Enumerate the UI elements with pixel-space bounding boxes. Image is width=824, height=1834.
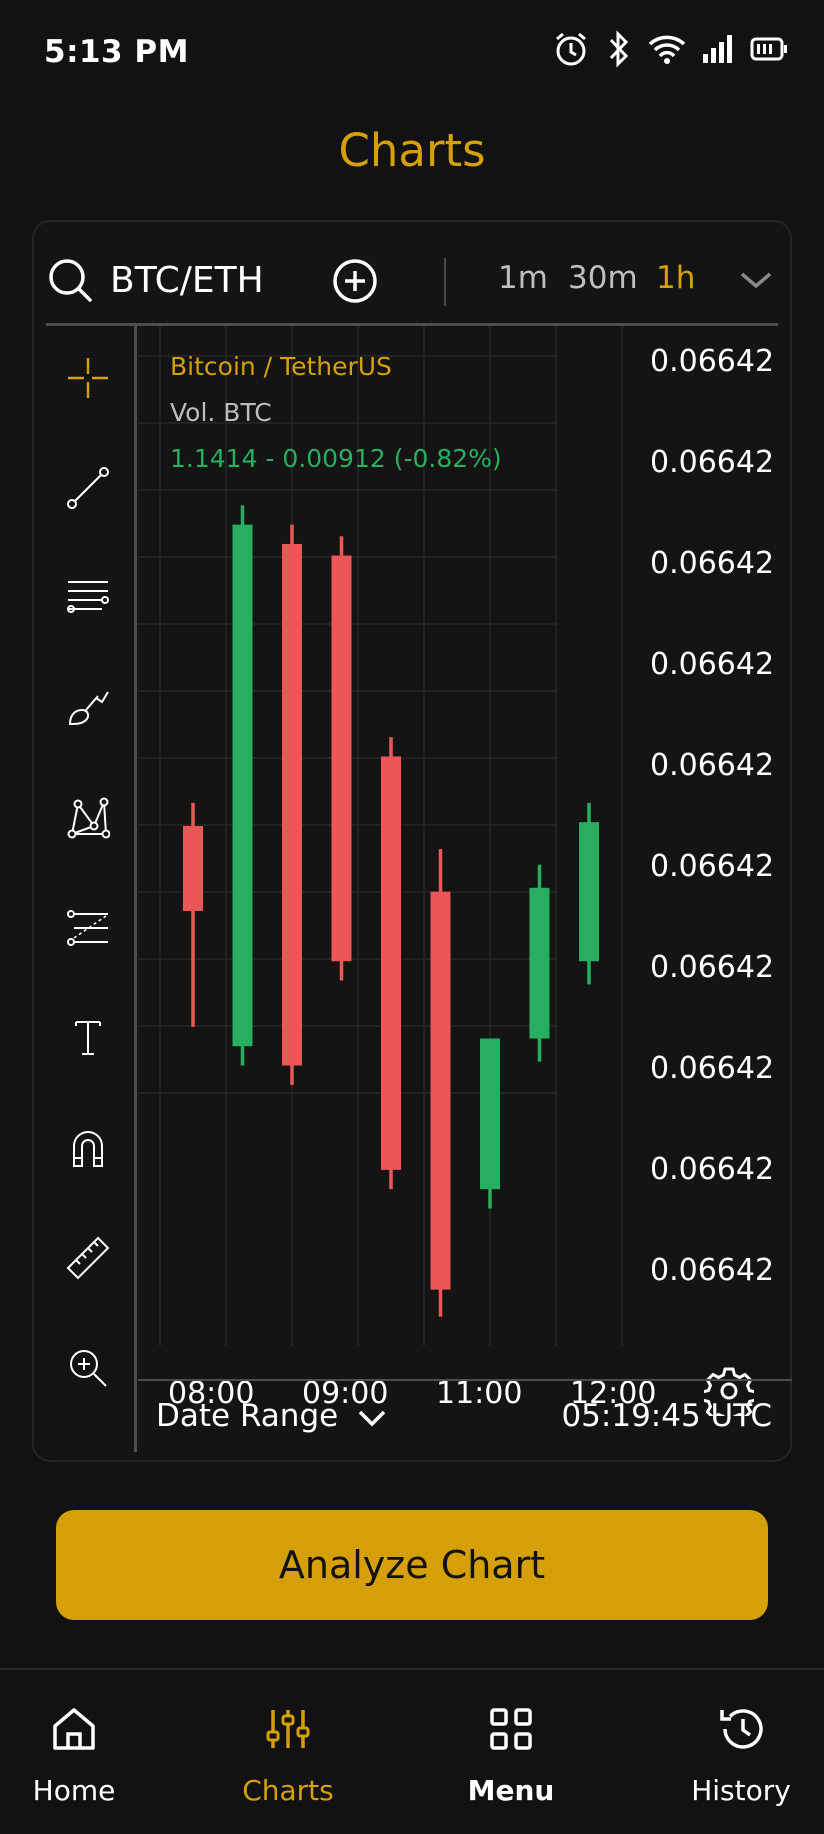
nav-history-label: History [691,1774,791,1807]
page-title: Charts [338,124,486,177]
tools-divider [134,326,137,1452]
legend-volume: Vol. BTC [170,398,272,427]
horizontal-lines-icon [67,581,109,613]
fib-lines-icon [67,910,108,946]
candle[interactable] [579,802,599,985]
candle[interactable] [183,802,203,1027]
status-bar: 5:13 PM [0,0,824,100]
trend-line-tool[interactable] [66,466,110,510]
nav-menu-label: Menu [467,1774,555,1807]
candle[interactable] [331,536,352,981]
price-tick: 0.06642 [650,849,775,884]
chevron-down-icon[interactable] [356,1406,388,1430]
pattern-icon [67,797,110,839]
price-tick: 0.06642 [650,1051,775,1086]
nav-home-label: Home [32,1774,116,1807]
text-tool[interactable] [66,1016,110,1060]
price-tick: 0.06642 [650,445,775,480]
ruler-tool[interactable] [66,1236,110,1280]
nav-charts[interactable]: Charts [188,1670,388,1834]
time-tick: 11:00 [436,1376,523,1411]
nav-charts-label: Charts [242,1774,334,1807]
candle[interactable] [529,864,550,1062]
candle[interactable] [232,505,253,1066]
status-icons [552,30,788,68]
candle[interactable] [480,1038,500,1209]
nav-home[interactable]: Home [0,1670,174,1834]
history-icon [720,1709,763,1749]
bluetooth-icon [609,30,629,68]
wifi-icon [648,35,686,64]
candle[interactable] [381,737,401,1190]
timeframe-1h[interactable]: 1h [656,260,695,296]
candle[interactable] [282,524,302,1085]
chart-toolbar: BTC/ETH 1m 30m 1h [48,242,778,324]
brush-icon [68,691,109,726]
grid-icon [490,1708,532,1750]
candle-body [232,524,253,1047]
search-icon[interactable] [48,258,92,302]
magnet-icon [73,1131,103,1167]
crosshair-icon [68,358,108,398]
candle-body [529,887,550,1039]
candle-body [480,1038,500,1190]
utc-clock: 05:19:45 UTC [561,1398,772,1434]
horizontal-lines-tool[interactable] [66,576,110,620]
trend-line-icon [67,467,109,509]
signal-icon [703,35,732,63]
zoom-in-tool[interactable] [66,1346,110,1390]
alarm-icon [556,32,586,66]
legend-pair-name: Bitcoin / TetherUS [170,352,392,381]
date-range-label[interactable]: Date Range [156,1398,338,1434]
analyze-chart-button[interactable]: Analyze Chart [56,1510,768,1620]
price-tick: 0.06642 [650,748,775,783]
status-time: 5:13 PM [44,34,189,70]
home-icon [53,1708,95,1750]
candle-body [579,822,599,962]
bottom-nav: Home Charts Menu History [0,1668,824,1834]
crosshair-tool[interactable] [66,356,110,400]
candle-body [430,891,451,1290]
timeframe-30m[interactable]: 30m [568,260,638,296]
candle[interactable] [430,849,451,1317]
ruler-icon [66,1236,110,1280]
legend-change: 1.1414 - 0.00912 (-0.82%) [170,444,502,473]
chart-plot[interactable]: Bitcoin / TetherUS Vol. BTC 1.1414 - 0.0… [138,326,792,1462]
price-tick: 0.06642 [650,1152,775,1187]
chevron-down-icon[interactable] [738,268,774,292]
fib-lines-tool[interactable] [66,906,110,950]
pair-input[interactable]: BTC/ETH [110,260,264,301]
drawing-tools [34,326,134,1452]
chart-footer-separator [138,1379,792,1381]
magnet-tool[interactable] [66,1126,110,1170]
toolbar-divider [444,258,446,306]
candlestick-chart[interactable] [138,326,792,1366]
price-tick: 0.06642 [650,1253,775,1288]
sliders-icon [266,1710,310,1748]
nav-menu[interactable]: Menu [411,1670,611,1834]
price-tick: 0.06642 [650,344,775,379]
price-tick: 0.06642 [650,647,775,682]
zoom-in-icon [70,1350,107,1387]
pattern-tool[interactable] [66,796,110,840]
price-tick: 0.06642 [650,950,775,985]
candle-body [331,555,352,962]
timeframe-1m[interactable]: 1m [498,260,548,296]
nav-history[interactable]: History [641,1670,824,1834]
add-icon[interactable] [332,258,378,304]
candle-body [282,543,302,1066]
text-icon [75,1021,101,1055]
chart-card: BTC/ETH 1m 30m 1h Bitcoin / TetherUS Vol… [32,220,792,1462]
candle-body [183,826,203,911]
price-tick: 0.06642 [650,546,775,581]
candle-body [381,756,401,1170]
brush-tool[interactable] [66,686,110,730]
battery-icon [750,37,787,61]
